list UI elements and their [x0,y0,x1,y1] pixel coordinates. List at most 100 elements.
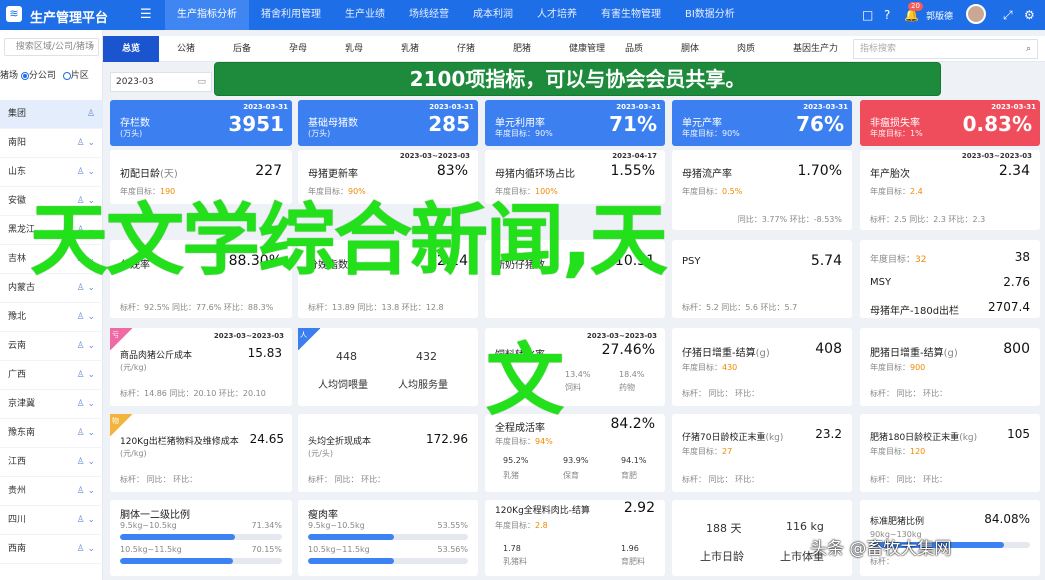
user-dropdown-icon[interactable]: ♙ [87,100,95,129]
user-dropdown-icon[interactable]: ♙ ⌄ [77,129,95,158]
tab-2[interactable]: 后备 [233,36,251,62]
card-unit: (元/头) [308,449,333,458]
nav-item-pest-control[interactable]: 有害生物管理 [589,0,673,30]
search-icon[interactable]: ⌕ [89,39,94,55]
kpi-card-3[interactable]: 2023-03-31 单元产率 年度目标：90% 76% [672,100,852,146]
nav-item-farm-operations[interactable]: 场线经营 [397,0,461,30]
range-2-bar-fill [120,558,234,564]
user-dropdown-icon[interactable]: ♙ ⌄ [77,390,95,419]
user-dropdown-icon[interactable]: ♙ ⌄ [77,303,95,332]
sidebar-item-7[interactable]: 豫北 ♙ ⌄ [0,303,103,332]
nav-item-cost-profit[interactable]: 成本利润 [461,0,525,30]
card-sow-abortion-rate[interactable]: 母猪流产率 1.70% 年度目标：0.5% 同比：3.77% 环比：-8.53% [672,150,852,230]
sidebar-item-0[interactable]: 集团 ♙ [0,100,103,129]
help-icon[interactable]: ? [884,8,890,22]
user-dropdown-icon[interactable]: ♙ ⌄ [77,332,95,361]
card-msy[interactable]: 年度目标：32 38 MSY 2.76 母猪年产-180d出栏 2707.4 [860,240,1040,318]
card-title: 头均全折现成本 [308,437,372,447]
user-dropdown-icon[interactable]: ♙ ⌄ [77,535,95,564]
nav-item-pen-utilization[interactable]: 猪舍利用管理 [249,0,333,30]
card-carcass-grade[interactable]: 胴体一二级比例 9.5kg~10.5kg 71.34% 10.5kg~11.5k… [110,500,292,576]
sidebar-item-10[interactable]: 京津冀 ♙ ⌄ [0,390,103,419]
tab-0[interactable]: 总览 [103,36,159,62]
overlay-headline: 天文学综合新闻,天 [30,196,668,286]
sidebar-item-8[interactable]: 云南 ♙ ⌄ [0,332,103,361]
kpi-card-2[interactable]: 2023-03-31 单元利用率 年度目标：90% 71% [485,100,665,146]
radio-dot-area[interactable] [62,71,71,80]
user-dropdown-icon[interactable]: ♙ ⌄ [77,361,95,390]
card-piglet-daily-gain[interactable]: 仔猪日增重-结算(g) 408 年度目标：430 标杆： 同比： 环比： [672,328,852,406]
menu-toggle-icon[interactable]: ☰ [140,7,152,22]
card-psy[interactable]: PSY 5.74 标杆：5.2 同比：5.6 环比：5.7 [672,240,852,318]
window-icon[interactable]: □ [862,8,873,22]
tab-11[interactable]: 肉质 [737,36,755,62]
card-discount-cost[interactable]: 头均全折现成本 (元/头) 172.96 标杆： 同比： 环比： [298,414,478,492]
tab-8[interactable]: 健康管理 [569,36,605,62]
nav-item-bi-analysis[interactable]: BI数据分析 [673,0,747,30]
card-annual-parity[interactable]: 2023-03~2023-03 年产胎次 2.34 年度目标：2.4 标杆：2.… [860,150,1040,230]
tab-12[interactable]: 基因生产力 [793,36,838,62]
tab-7[interactable]: 肥猪 [513,36,531,62]
kpi-sub: 年度目标：90% [682,129,740,138]
tab-10[interactable]: 胴体 [681,36,699,62]
card-feed-meat-ratio[interactable]: 120Kg全程料肉比-结算 2.92 年度目标：2.8 1.78 乳猪料 1.9… [485,500,665,576]
card-compare: 标杆： 同比： 环比： [120,475,198,484]
user-dropdown-icon[interactable]: ♙ ⌄ [77,419,95,448]
market-weight-value: 116 kg [786,520,824,533]
tab-5[interactable]: 乳猪 [401,36,419,62]
user-dropdown-icon[interactable]: ♙ ⌄ [77,448,95,477]
sidebar-item-1[interactable]: 南阳 ♙ ⌄ [0,129,103,158]
indicator-search-input[interactable]: 指标搜索 ⌕ [853,39,1038,59]
nav-item-talent[interactable]: 人才培养 [525,0,589,30]
card-material-cost[interactable]: 物 120Kg出栏猪物料及维修成本 (元/kg) 24.65 标杆： 同比： 环… [110,414,292,492]
tab-4[interactable]: 乳母 [345,36,363,62]
range-1-bar [120,534,282,540]
ribbon-badge: 人 [298,328,320,350]
kpi-card-1[interactable]: 2023-03-31 基础母猪数 (万头) 285 [298,100,478,146]
sidebar-item-12[interactable]: 江西 ♙ ⌄ [0,448,103,477]
suckling-label: 乳猪 [503,471,519,480]
sidebar-item-label: 西南 [8,544,27,554]
search-icon[interactable]: ⌕ [1026,40,1031,58]
card-compare: 标杆：14.86 同比：20.10 环比：20.10 [120,389,266,398]
radio-farm[interactable]: 猪场 [0,71,18,81]
card-per-capita[interactable]: 人 448 432 人均饲喂量 人均服务量 [298,328,478,406]
range-1-bar [308,534,468,540]
radio-area[interactable]: 片区 [71,71,89,81]
sidebar-item-11[interactable]: 豫东南 ♙ ⌄ [0,419,103,448]
card-target: 年度目标：32 [870,255,927,265]
sidebar-item-13[interactable]: 贵州 ♙ ⌄ [0,477,103,506]
sidebar-item-9[interactable]: 广西 ♙ ⌄ [0,361,103,390]
radio-dot-branch[interactable] [20,71,29,80]
card-date: 2023-03~2023-03 [586,332,657,340]
card-piglet-70d-weight[interactable]: 仔猪70日龄校正末重(kg) 23.2 年度目标：27 标杆： 同比： 环比： [672,414,852,492]
avatar[interactable] [966,4,986,24]
user-name[interactable]: 郭版德 [926,9,953,22]
settings-icon[interactable]: ⚙ [1024,8,1035,22]
user-dropdown-icon[interactable]: ♙ ⌄ [77,506,95,535]
card-compare: 标杆： 同比： 环比： [870,389,948,398]
card-market-pig-cost[interactable]: 亏 2023-03~2023-03 商品肉猪公斤成本 (元/kg) 15.83 … [110,328,292,406]
tab-9[interactable]: 品质 [625,36,643,62]
month-picker[interactable]: 2023-03 ▭ [110,72,212,92]
region-search-input[interactable]: 搜索区域/公司/猪场 ⌕ [4,38,99,56]
card-finisher-daily-gain[interactable]: 肥猪日增重-结算(g) 800 年度目标：900 标杆： 同比： 环比： [860,328,1040,406]
sidebar-item-14[interactable]: 四川 ♙ ⌄ [0,506,103,535]
kpi-card-0[interactable]: 2023-03-31 存栏数 (万头) 3951 [110,100,292,146]
user-dropdown-icon[interactable]: ♙ ⌄ [77,477,95,506]
tab-1[interactable]: 公猪 [177,36,195,62]
fullscreen-icon[interactable]: ⤢ [1003,8,1013,23]
nav-item-performance[interactable]: 生产业绩 [333,0,397,30]
tab-3[interactable]: 孕母 [289,36,307,62]
card-target: 年度目标：120 [870,447,926,456]
nav-item-production-indicators[interactable]: 生产指标分析 [165,0,249,30]
radio-branch[interactable]: 分公司 [29,71,56,81]
tab-6[interactable]: 仔猪 [457,36,475,62]
card-target: 年度目标：94% [495,437,553,446]
kpi-date: 2023-03-31 [991,103,1036,111]
kpi-card-4[interactable]: 2023-03-31 非瘟损失率 年度目标：1% 0.83% [860,100,1040,146]
suckling-survival-value: 95.2% [503,456,529,465]
card-lean-rate[interactable]: 瘦肉率 9.5kg~10.5kg 53.55% 10.5kg~11.5kg 53… [298,500,478,576]
sidebar-item-15[interactable]: 西南 ♙ ⌄ [0,535,103,564]
card-finisher-180d-weight[interactable]: 肥猪180日龄校正末重(kg) 105 年度目标：120 标杆： 同比： 环比： [860,414,1040,492]
